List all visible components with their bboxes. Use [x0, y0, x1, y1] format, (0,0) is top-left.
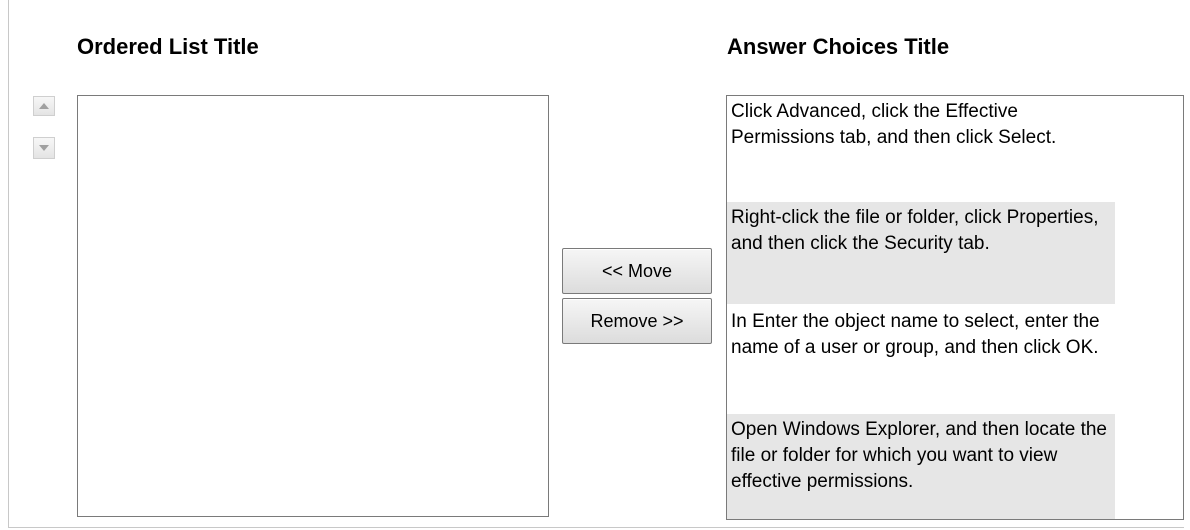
answer-choice-item[interactable]: Right-click the file or folder, click Pr…	[727, 202, 1115, 304]
answer-choice-item[interactable]: Open Windows Explorer, and then locate t…	[727, 414, 1115, 519]
ordered-list-box[interactable]	[77, 95, 549, 517]
answer-choice-item[interactable]: Click Advanced, click the Effective Perm…	[727, 96, 1115, 200]
answer-choice-item[interactable]: In Enter the object name to select, ente…	[727, 306, 1115, 412]
triangle-down-icon	[38, 144, 50, 152]
triangle-up-icon	[38, 102, 50, 110]
answer-choices-list: Click Advanced, click the Effective Perm…	[726, 95, 1184, 520]
move-button[interactable]: << Move	[562, 248, 712, 294]
answer-choices-title: Answer Choices Title	[727, 34, 950, 59]
question-frame: Ordered List Title Answer Choices Title …	[8, 0, 1184, 528]
remove-button[interactable]: Remove >>	[562, 298, 712, 344]
move-down-button[interactable]	[33, 137, 55, 159]
move-up-button[interactable]	[33, 96, 55, 116]
ordered-list-title: Ordered List Title	[77, 34, 259, 59]
